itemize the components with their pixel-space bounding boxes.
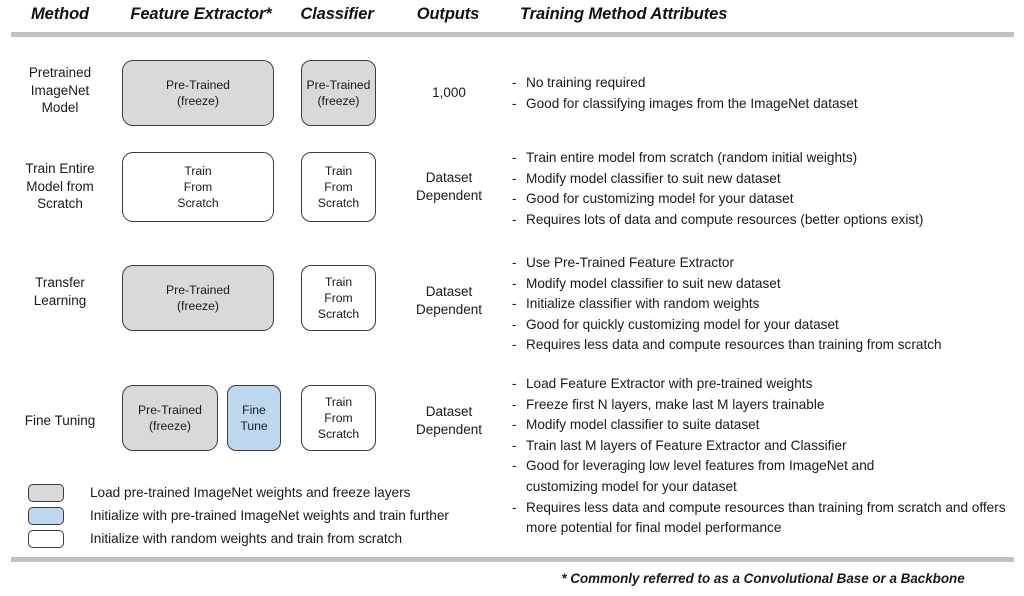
method-label-line: Pretrained xyxy=(28,65,92,80)
fine-tune-box: Fine Tune xyxy=(227,385,281,451)
table-row: Pretrained ImageNet Model Pre-Trained (f… xyxy=(0,52,1024,144)
method-label-line: Fine Tuning xyxy=(24,413,96,428)
method-label-line: Model from xyxy=(26,178,94,194)
box-label-line: Scratch xyxy=(317,307,360,321)
legend-item: Initialize with random weights and train… xyxy=(28,527,498,550)
classifier-box: Train From Scratch xyxy=(301,152,376,222)
box-label-line: (freeze) xyxy=(177,299,219,313)
attributes-list: Use Pre-Trained Feature Extractor Modify… xyxy=(512,253,1017,356)
method-label: Train Entire Model from Scratch xyxy=(4,160,116,213)
classifier-box: Train From Scratch xyxy=(301,265,376,331)
feature-extractor-box: Pre-Trained (freeze) xyxy=(122,60,274,126)
footnote: * Commonly referred to as a Convolutiona… xyxy=(561,571,965,586)
box-label-line: From xyxy=(324,411,353,425)
box-label-line: From xyxy=(324,180,353,194)
box-label-line: Train xyxy=(324,164,353,178)
column-header-method: Method xyxy=(30,5,90,23)
column-header-attributes: Training Method Attributes xyxy=(520,5,728,23)
attribute-item: Requires lots of data and compute resour… xyxy=(512,210,1017,231)
attribute-item: Good for quickly customizing model for y… xyxy=(512,315,1017,336)
method-label: Transfer Learning xyxy=(4,274,116,309)
attribute-item: Requires less data and compute resources… xyxy=(512,335,1017,356)
attribute-item: Train entire model from scratch (random … xyxy=(512,148,1017,169)
column-header-classifier: Classifier xyxy=(300,5,374,23)
attributes-list: Train entire model from scratch (random … xyxy=(512,148,1017,230)
outputs-label-line: Dataset xyxy=(425,284,473,299)
method-label-line: Transfer xyxy=(35,275,85,290)
outputs-label-line: Dependent xyxy=(415,421,483,437)
attribute-item: Modify model classifier to suit new data… xyxy=(512,169,1017,190)
method-label: Pretrained ImageNet Model xyxy=(4,64,116,117)
box-label-line: (freeze) xyxy=(149,419,191,433)
attribute-item: Requires less data and compute resources… xyxy=(512,498,1007,539)
box-label-line: Train xyxy=(324,275,353,289)
method-label-line: Learning xyxy=(33,292,87,308)
footer-divider-rule xyxy=(11,557,1014,562)
box-label-line: (freeze) xyxy=(177,94,219,108)
table-row: Transfer Learning Pre-Trained (freeze) T… xyxy=(0,249,1024,359)
box-label-line: Train xyxy=(184,164,212,178)
legend-swatch-blue-icon xyxy=(28,506,64,525)
attribute-item: Good for customizing model for your data… xyxy=(512,189,1017,210)
legend-item: Load pre-trained ImageNet weights and fr… xyxy=(28,481,498,504)
box-label-line: Fine xyxy=(242,403,266,417)
attribute-item: Good for classifying images from the Ima… xyxy=(512,94,1017,115)
method-label-line: Scratch xyxy=(37,196,83,211)
box-label-line: Train xyxy=(324,395,353,409)
legend-item-label: Initialize with random weights and train… xyxy=(90,530,403,546)
method-label-line: ImageNet xyxy=(30,82,90,98)
legend-item: Initialize with pre-trained ImageNet wei… xyxy=(28,504,498,527)
legend: Load pre-trained ImageNet weights and fr… xyxy=(28,481,498,550)
table-row: Fine Tuning Pre-Trained (freeze) Fine Tu… xyxy=(0,369,1024,535)
box-label-line: From xyxy=(324,291,353,305)
attribute-item: Good for leveraging low level features f… xyxy=(512,456,942,497)
box-label-line: Pre-Trained xyxy=(166,78,230,92)
feature-extractor-box: Pre-Trained (freeze) xyxy=(122,385,218,451)
method-label-line: Train Entire xyxy=(25,161,95,176)
outputs-label-line: Dataset xyxy=(425,404,473,419)
box-label-line: Scratch xyxy=(317,427,360,441)
attribute-item: Load Feature Extractor with pre-trained … xyxy=(512,374,1017,395)
box-label-line: Scratch xyxy=(177,196,219,210)
outputs-label: Dataset Dependent xyxy=(394,169,504,204)
classifier-box: Pre-Trained (freeze) xyxy=(301,60,376,126)
attribute-item: Initialize classifier with random weight… xyxy=(512,294,1017,315)
attribute-item: Modify model classifier to suit new data… xyxy=(512,274,1017,295)
legend-swatch-white-icon xyxy=(28,529,64,548)
method-label: Fine Tuning xyxy=(4,412,116,430)
attribute-item: No training required xyxy=(512,73,1017,94)
legend-item-label: Load pre-trained ImageNet weights and fr… xyxy=(90,484,411,500)
box-label-line: Pre-Trained xyxy=(306,78,371,92)
box-label-line: Pre-Trained xyxy=(138,403,202,417)
outputs-label-line: 1,000 xyxy=(432,85,466,100)
box-label-line: Scratch xyxy=(317,196,360,210)
method-label-line: Model xyxy=(41,100,79,115)
outputs-label-line: Dependent xyxy=(415,301,483,317)
feature-extractor-box: Pre-Trained (freeze) xyxy=(122,265,274,331)
box-label-line: Tune xyxy=(240,419,268,433)
outputs-label: 1,000 xyxy=(394,84,504,102)
legend-swatch-gray-icon xyxy=(28,483,64,502)
legend-item-label: Initialize with pre-trained ImageNet wei… xyxy=(90,507,449,523)
outputs-label: Dataset Dependent xyxy=(394,403,504,438)
attribute-item: Modify model classifier to suite dataset xyxy=(512,415,1017,436)
attributes-list: No training required Good for classifyin… xyxy=(512,73,1017,114)
feature-extractor-box: Train From Scratch xyxy=(122,152,274,222)
box-label-line: From xyxy=(183,180,213,194)
training-method-table: Method Feature Extractor* Classifier Out… xyxy=(0,0,1024,596)
column-header-outputs: Outputs xyxy=(416,5,480,23)
attribute-item: Use Pre-Trained Feature Extractor xyxy=(512,253,1017,274)
attributes-list: Load Feature Extractor with pre-trained … xyxy=(512,374,1017,539)
outputs-label-line: Dataset xyxy=(425,170,473,185)
attribute-item: Train last M layers of Feature Extractor… xyxy=(512,436,1017,457)
classifier-box: Train From Scratch xyxy=(301,385,376,451)
box-label-line: (freeze) xyxy=(317,94,360,108)
column-header-feature-extractor: Feature Extractor* xyxy=(130,5,272,23)
header-divider-rule xyxy=(11,32,1014,37)
box-label-line: Pre-Trained xyxy=(166,283,230,297)
outputs-label-line: Dependent xyxy=(415,187,483,203)
table-row: Train Entire Model from Scratch Train Fr… xyxy=(0,146,1024,242)
attribute-item: Freeze first N layers, make last M layer… xyxy=(512,395,1017,416)
outputs-label: Dataset Dependent xyxy=(394,283,504,318)
